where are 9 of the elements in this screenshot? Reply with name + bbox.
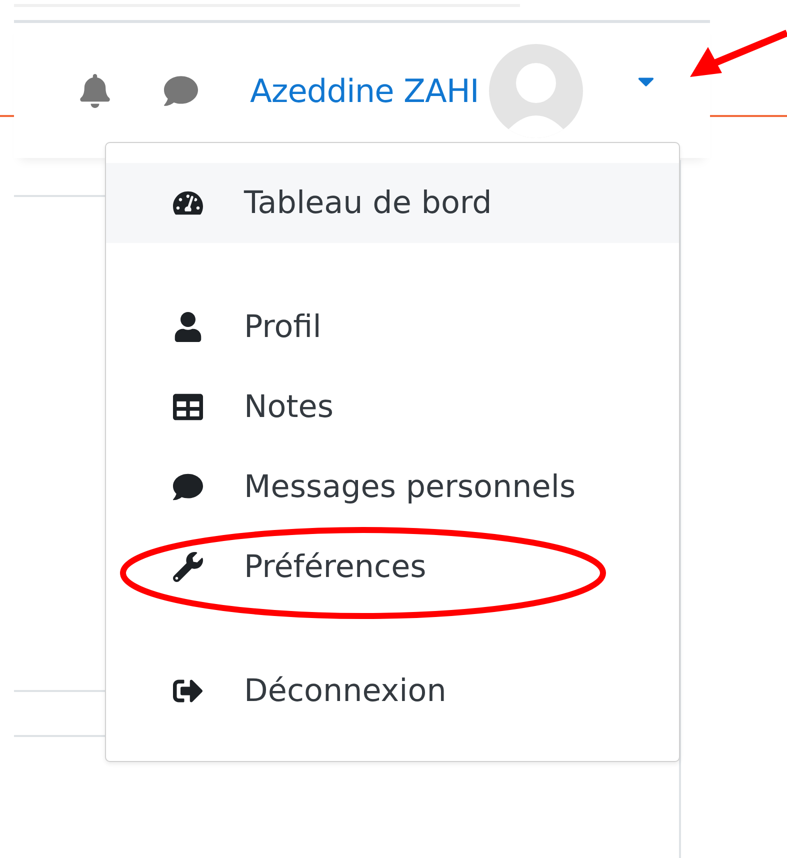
menu-item[interactable]: Notes: [106, 367, 679, 447]
menu-item[interactable]: Préférences: [106, 527, 679, 607]
menu-item[interactable]: Déconnexion: [106, 651, 679, 731]
menu-item[interactable]: Tableau de bord: [106, 163, 679, 243]
menu-item[interactable]: Messages personnels: [106, 447, 679, 527]
bell-icon[interactable]: [78, 74, 112, 108]
user-name-link[interactable]: Azeddine ZAHI: [250, 72, 479, 110]
speech-bubble-icon[interactable]: [164, 74, 198, 108]
menu-item[interactable]: Profil: [106, 287, 679, 367]
